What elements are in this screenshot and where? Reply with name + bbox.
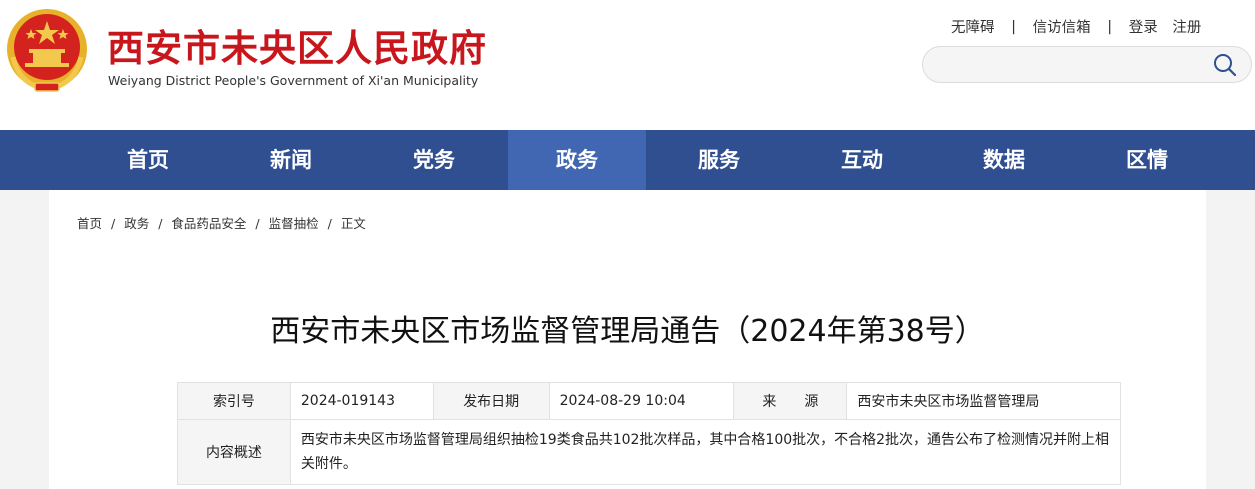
breadcrumb-separator: / [327,216,332,231]
article-title: 西安市未央区市场监督管理局通告（2024年第38号） [270,314,985,349]
site-header: 西安市未央区人民政府 Weiyang District People's Gov… [0,0,1255,130]
content-panel: 首页 / 政务 / 食品药品安全 / 监督抽检 / 正文 西安市未央区市场监督管… [49,190,1206,489]
table-row: 内容概述 西安市未央区市场监督管理局组织抽检19类食品共102批次样品，其中合格… [177,419,1122,485]
summary-value: 西安市未央区市场监督管理局组织抽检19类食品共102批次样品，其中合格100批次… [289,419,1122,485]
search-icon[interactable] [1213,53,1237,77]
link-separator: | [1011,18,1016,35]
breadcrumb-item-current: 正文 [340,216,366,231]
register-link[interactable]: 注册 [1172,16,1201,37]
breadcrumb-item-inspection[interactable]: 监督抽检 [269,213,319,232]
search-box [922,46,1252,83]
breadcrumb: 首页 / 政务 / 食品药品安全 / 监督抽检 / 正文 [77,213,366,232]
source-value: 西安市未央区市场监督管理局 [846,382,1121,420]
nav-item-services[interactable]: 服务 [650,130,788,190]
nav-item-government[interactable]: 政务 [508,130,646,190]
login-link[interactable]: 登录 [1129,16,1158,37]
index-number-label: 索引号 [177,382,291,420]
breadcrumb-item-food-drug-safety[interactable]: 食品药品安全 [171,213,246,232]
top-links: 无障碍 | 信访信箱 | 登录 注册 [951,16,1201,37]
petition-mailbox-link[interactable]: 信访信箱 [1033,16,1091,37]
search-input[interactable] [939,53,1209,77]
breadcrumb-separator: / [111,216,116,231]
publish-date-label: 发布日期 [432,382,550,420]
breadcrumb-separator: / [158,216,163,231]
site-subtitle: Weiyang District People's Government of … [108,73,479,88]
link-separator: | [1107,18,1113,35]
nav-item-district[interactable]: 区情 [1078,130,1216,190]
nav-item-data[interactable]: 数据 [935,130,1073,190]
nav-item-interaction[interactable]: 互动 [793,130,931,190]
accessibility-link[interactable]: 无障碍 [951,16,995,37]
article-info-table: 索引号 2024-019143 发布日期 2024-08-29 10:04 来 … [177,382,1122,485]
breadcrumb-item-government[interactable]: 政务 [124,213,149,232]
main-nav: 首页 新闻 党务 政务 服务 互动 数据 区情 [0,130,1255,190]
breadcrumb-item-home[interactable]: 首页 [77,213,102,232]
publish-date-value: 2024-08-29 10:04 [548,382,735,420]
source-label: 来 源 [733,382,848,420]
national-emblem-icon[interactable] [5,5,89,93]
summary-label: 内容概述 [177,419,291,485]
table-row: 索引号 2024-019143 发布日期 2024-08-29 10:04 来 … [177,382,1121,420]
index-number-value: 2024-019143 [289,382,434,420]
nav-item-news[interactable]: 新闻 [222,130,360,190]
nav-item-home[interactable]: 首页 [79,130,217,190]
site-title[interactable]: 西安市未央区人民政府 [107,18,487,72]
nav-item-party[interactable]: 党务 [365,130,503,190]
breadcrumb-separator: / [255,216,260,231]
